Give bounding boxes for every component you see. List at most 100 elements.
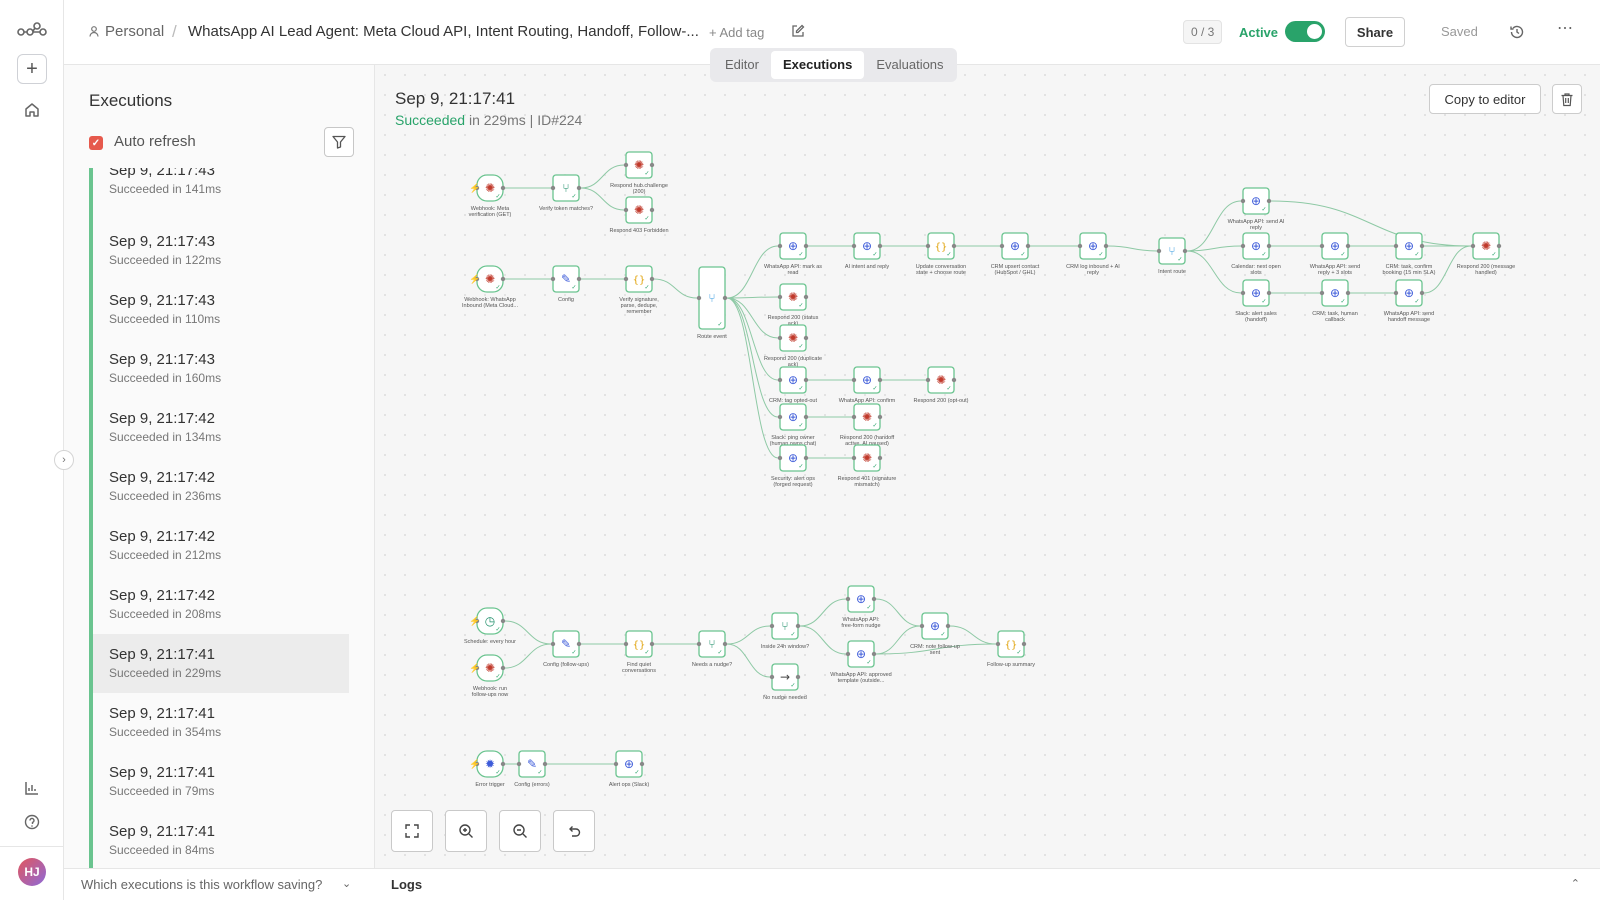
node-wa-freeform[interactable]: ⊕✓WhatsApp API:free-form nudge xyxy=(841,585,881,629)
node-handle[interactable] xyxy=(1470,243,1476,249)
node-handle[interactable] xyxy=(951,243,957,249)
node-route-event[interactable]: ⑂ ✓ Route event xyxy=(696,266,728,340)
node-handle[interactable] xyxy=(945,623,951,629)
node-handle[interactable] xyxy=(803,243,809,249)
node-handle[interactable] xyxy=(1240,290,1246,296)
node-handle[interactable] xyxy=(639,761,645,767)
node-handle[interactable] xyxy=(769,623,775,629)
add-tag-button[interactable]: + Add tag xyxy=(709,25,764,40)
node-handle[interactable] xyxy=(722,295,728,301)
node-handle[interactable] xyxy=(925,243,931,249)
saving-settings-bar[interactable]: Which executions is this workflow saving… xyxy=(64,868,375,900)
tab-executions[interactable]: Executions xyxy=(770,51,865,79)
chevron-up-icon[interactable]: ⌃ xyxy=(1571,877,1580,890)
zoom-out-button[interactable] xyxy=(499,810,541,852)
execution-item-selected[interactable]: Sep 9, 21:17:41 Succeeded in 229ms xyxy=(89,634,349,693)
avatar[interactable]: HJ xyxy=(18,858,46,886)
workflow-canvas[interactable]: ✺ ✓ ⚡ Webhook: Meta verification (GET) ⑂ ✓ Veri… xyxy=(375,65,1600,868)
node-handle[interactable] xyxy=(550,185,556,191)
zoom-in-button[interactable] xyxy=(445,810,487,852)
node-handle[interactable] xyxy=(803,377,809,383)
node-crm-task-callback[interactable]: ⊕✓CRM: task, humancallback xyxy=(1312,279,1358,323)
node-handle[interactable] xyxy=(803,335,809,341)
node-handle[interactable] xyxy=(1021,641,1027,647)
production-checklist-counter[interactable]: 0 / 3 xyxy=(1183,20,1223,44)
reset-zoom-button[interactable] xyxy=(553,810,595,852)
saving-question[interactable]: Which executions is this workflow saving… xyxy=(81,877,322,892)
node-handle[interactable] xyxy=(1156,248,1162,254)
more-options-icon[interactable]: ⋯ xyxy=(1557,18,1574,38)
home-icon[interactable] xyxy=(16,94,48,126)
chevron-right-icon[interactable]: › xyxy=(54,450,74,470)
node-handle[interactable] xyxy=(1393,290,1399,296)
node-wh-inbound[interactable]: ✺✓⚡Webhook: WhatsAppInbound (Meta Cloud.… xyxy=(462,265,518,309)
node-wa-send-slots[interactable]: ⊕✓WhatsApp API: sendreply + 3 slots xyxy=(1310,232,1360,276)
node-handle[interactable] xyxy=(542,761,548,767)
node-handle[interactable] xyxy=(803,414,809,420)
history-icon[interactable] xyxy=(1509,24,1525,45)
node-handle[interactable] xyxy=(851,455,857,461)
node-crm-note[interactable]: ⊕✓CRM: note follow-upsent xyxy=(910,612,960,656)
execution-item[interactable]: Sep 9, 21:17:42 Succeeded in 134ms xyxy=(89,398,349,457)
node-handle[interactable] xyxy=(550,641,556,647)
node-handle[interactable] xyxy=(500,665,506,671)
node-wa-handoff[interactable]: ⊕✓WhatsApp API: sendhandoff message xyxy=(1384,279,1434,323)
node-handle[interactable] xyxy=(1266,198,1272,204)
node-wh-followups[interactable]: ✺✓⚡Webhook: runfollow-ups now xyxy=(469,654,508,698)
node-handle[interactable] xyxy=(995,641,1001,647)
node-handle[interactable] xyxy=(649,207,655,213)
node-handle[interactable] xyxy=(871,651,877,657)
node-wa-mark-read[interactable]: ⊕✓WhatsApp API: mark asread xyxy=(764,232,822,276)
node-handle[interactable] xyxy=(871,596,877,602)
node-followup-summary[interactable]: {}✓ Follow-up summary xyxy=(987,630,1035,668)
node-ai-intent[interactable]: ⊕✓ AI intent and reply xyxy=(845,232,890,270)
node-wa-template[interactable]: ⊕✓WhatsApp API: approvedtemplate (outsid… xyxy=(830,640,892,684)
node-handle[interactable] xyxy=(851,414,857,420)
execution-item[interactable]: Sep 9, 21:17:43 Succeeded in 122ms xyxy=(89,221,349,280)
node-handle[interactable] xyxy=(516,761,522,767)
node-handle[interactable] xyxy=(623,641,629,647)
node-handle[interactable] xyxy=(877,455,883,461)
node-handle[interactable] xyxy=(877,414,883,420)
logs-bar[interactable]: Logs ⌃ xyxy=(375,868,1600,900)
node-find-quiet[interactable]: {}✓Find quietconversations xyxy=(622,630,656,674)
node-handle[interactable] xyxy=(1345,290,1351,296)
node-config-errors[interactable]: ✎✓ Config (errors) xyxy=(514,750,550,788)
node-handle[interactable] xyxy=(500,276,506,282)
tab-evaluations[interactable]: Evaluations xyxy=(864,51,955,79)
node-inside-24h[interactable]: ⑂✓ Inside 24h window? xyxy=(761,612,809,650)
node-respond-status[interactable]: ✺✓Respond 200 (statusack) xyxy=(768,283,819,327)
node-respond-dup[interactable]: ✺✓Respond 200 (duplicateack) xyxy=(764,324,822,368)
node-handle[interactable] xyxy=(613,761,619,767)
node-respond-handoff[interactable]: ✺✓Respond 200 (handoffactive, AI paused) xyxy=(840,403,895,447)
node-crm-optout[interactable]: ⊕✓ CRM: tag opted-out xyxy=(769,366,817,404)
node-handle[interactable] xyxy=(696,641,702,647)
node-wh-verify[interactable]: ✺✓⚡Webhook: Metaverification (GET) xyxy=(469,174,512,218)
node-slack-alert[interactable]: ⊕✓Slack: alert sales(handoff) xyxy=(1235,279,1277,323)
delete-execution-button[interactable] xyxy=(1552,84,1582,114)
node-verify-token[interactable]: ⑂✓ Verify token matches? xyxy=(539,174,593,212)
node-handle[interactable] xyxy=(777,414,783,420)
node-handle[interactable] xyxy=(877,243,883,249)
node-needs-nudge[interactable]: ⑂✓ Needs a nudge? xyxy=(692,630,732,668)
node-respond-optout[interactable]: ✺✓ Respond 200 (opt-out) xyxy=(913,366,969,404)
edit-description-icon[interactable] xyxy=(791,24,805,43)
node-handle[interactable] xyxy=(1240,243,1246,249)
node-handle[interactable] xyxy=(769,674,775,680)
insights-icon[interactable] xyxy=(16,772,48,804)
workflow-title[interactable]: WhatsApp AI Lead Agent: Meta Cloud API, … xyxy=(188,23,699,40)
node-handle[interactable] xyxy=(999,243,1005,249)
node-handle[interactable] xyxy=(1266,290,1272,296)
node-handle[interactable] xyxy=(722,641,728,647)
node-no-nudge[interactable]: →✓ No nudge needed xyxy=(763,663,807,701)
node-wa-confirm[interactable]: ⊕✓ WhatsApp API: confirm xyxy=(839,366,896,404)
node-handle[interactable] xyxy=(1393,243,1399,249)
auto-refresh-label[interactable]: Auto refresh xyxy=(114,133,196,150)
node-crm-task-booking[interactable]: ⊕✓CRM: task, confirmbooking (15 min SLA) xyxy=(1383,232,1436,276)
node-handle[interactable] xyxy=(1319,243,1325,249)
node-handle[interactable] xyxy=(1103,243,1109,249)
help-icon[interactable] xyxy=(16,806,48,838)
node-config-followups[interactable]: ✎✓ Config (follow-ups) xyxy=(543,630,589,668)
node-handle[interactable] xyxy=(851,243,857,249)
execution-item[interactable]: Sep 9, 21:17:43 Succeeded in 160ms xyxy=(89,339,349,398)
